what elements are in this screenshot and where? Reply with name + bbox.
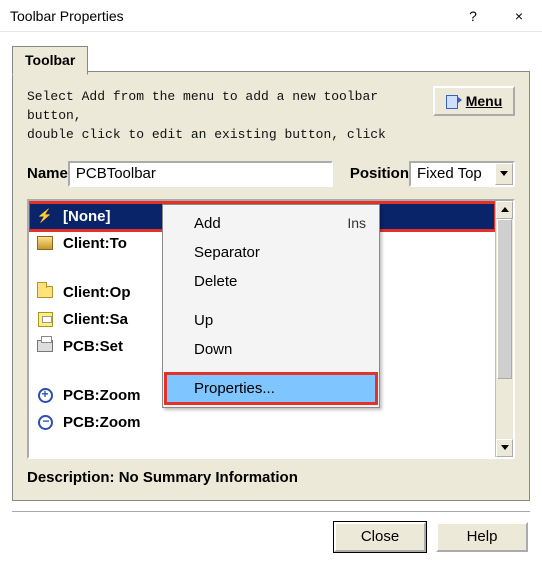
list-item-label: PCB:Zoom — [63, 387, 141, 404]
list-item-label: PCB:Zoom — [63, 414, 141, 431]
scroll-up-button[interactable] — [496, 201, 513, 219]
menu-button-label: Menu — [466, 93, 503, 109]
menu-item-shortcut: Ins — [347, 215, 366, 231]
scroll-track[interactable] — [496, 219, 513, 439]
position-value: Fixed Top — [411, 163, 495, 184]
description-value: No Summary Information — [119, 469, 298, 486]
help-dialog-button[interactable]: Help — [436, 522, 528, 552]
print-icon — [35, 337, 55, 355]
save-icon — [35, 310, 55, 328]
toolbar-items-list[interactable]: ⚡ [None] Client:To Client:Op Client:Sa — [27, 199, 515, 459]
open-icon — [35, 283, 55, 301]
menu-item-delete[interactable]: Delete — [166, 267, 376, 296]
bolt-icon: ⚡ — [35, 207, 55, 225]
menu-item-label: Properties... — [194, 380, 275, 397]
menu-item-down[interactable]: Down — [166, 335, 376, 364]
menu-item-label: Add — [194, 215, 221, 232]
menu-button[interactable]: Menu — [433, 86, 515, 116]
tab-toolbar[interactable]: Toolbar — [12, 46, 88, 75]
list-item-label: Client:To — [63, 235, 127, 252]
close-window-button[interactable]: × — [496, 0, 542, 32]
scrollbar[interactable] — [495, 201, 513, 457]
context-menu: Add Ins Separator Delete Up Down — [162, 204, 380, 408]
window-title: Toolbar Properties — [10, 8, 450, 24]
description-label: Description: — [27, 469, 115, 486]
zoom-in-icon — [35, 386, 55, 404]
zoom-out-icon — [35, 413, 55, 431]
scroll-thumb[interactable] — [497, 219, 512, 379]
list-item-label: [None] — [63, 208, 111, 225]
list-item-label: PCB:Set — [63, 338, 123, 355]
menu-item-up[interactable]: Up — [166, 306, 376, 335]
list-item[interactable]: PCB:Zoom — [29, 409, 495, 436]
menu-item-label: Down — [194, 341, 232, 358]
close-button[interactable]: Close — [334, 522, 426, 552]
list-item-label: Client:Sa — [63, 311, 128, 328]
menu-item-separator[interactable]: Separator — [166, 238, 376, 267]
menu-item-label: Delete — [194, 273, 237, 290]
tool-icon — [35, 234, 55, 252]
scroll-down-button[interactable] — [496, 439, 513, 457]
menu-item-properties[interactable]: Properties... — [166, 374, 376, 403]
menu-item-add[interactable]: Add Ins — [166, 209, 376, 238]
position-select[interactable]: Fixed Top — [409, 161, 515, 187]
instruction-text: Select Add from the menu to add a new to… — [27, 88, 387, 145]
help-button[interactable]: ? — [450, 0, 496, 32]
list-item-label: Client:Op — [63, 284, 131, 301]
menu-item-label: Separator — [194, 244, 260, 261]
chevron-down-icon[interactable] — [495, 163, 513, 185]
menu-icon — [446, 95, 460, 107]
name-input[interactable] — [68, 161, 333, 187]
position-label: Position — [350, 165, 409, 182]
menu-item-label: Up — [194, 312, 213, 329]
name-label: Name — [27, 165, 68, 182]
